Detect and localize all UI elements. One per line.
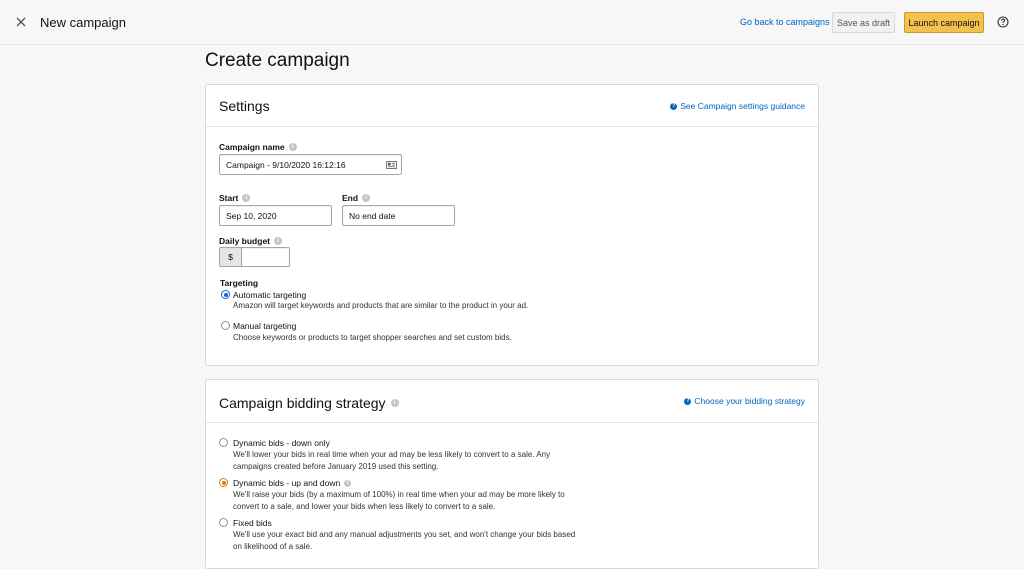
save-draft-button[interactable]: Save as draft [832,12,895,33]
back-to-campaigns-link[interactable]: Go back to campaigns [740,17,830,27]
info-icon[interactable]: i [344,479,352,487]
question-icon: ? [684,397,692,405]
automatic-targeting-desc: Amazon will target keywords and products… [233,301,529,310]
info-icon[interactable]: i [362,194,371,202]
end-label: End i [342,193,371,203]
manual-targeting-title: Manual targeting [233,321,297,331]
settings-guidance-label: See Campaign settings guidance [680,101,805,111]
fixed-bids-radio[interactable] [219,518,228,527]
daily-budget-label: Daily budget i [219,236,283,246]
dynamic-up-and-down-title: Dynamic bids - up and down i [233,478,352,488]
question-icon: ? [670,102,678,110]
campaign-name-input[interactable]: Campaign - 9/10/2020 16:12:16 [219,154,402,175]
start-date-input[interactable]: Sep 10, 2020 [219,205,332,226]
daily-budget-input[interactable] [241,247,290,267]
dynamic-up-and-down-desc-line1: We'll raise your bids (by a maximum of 1… [233,490,565,499]
automatic-targeting-radio[interactable] [221,290,230,299]
fixed-bids-desc-line1: We'll use your exact bid and any manual … [233,530,576,539]
info-icon[interactable]: i [390,399,399,407]
top-bar: New campaign Go back to campaigns Save a… [0,0,1024,45]
settings-guidance-link[interactable]: ? See Campaign settings guidance [670,101,805,111]
dynamic-down-only-desc-line2: campaigns created before January 2019 us… [233,462,439,471]
bidding-guidance-link[interactable]: ? Choose your bidding strategy [684,396,805,406]
dynamic-down-only-radio[interactable] [219,438,228,447]
page-title: Create campaign [205,50,350,71]
close-icon[interactable] [12,13,30,31]
dynamic-up-and-down-radio[interactable] [219,478,228,487]
info-icon[interactable]: i [288,143,297,151]
launch-campaign-button[interactable]: Launch campaign [904,12,984,33]
settings-card: Settings ? See Campaign settings guidanc… [205,84,819,366]
dynamic-down-only-title: Dynamic bids - down only [233,438,330,448]
campaign-name-label: Campaign name i [219,142,297,152]
manual-targeting-desc: Choose keywords or products to target sh… [233,333,512,342]
bidding-guidance-label: Choose your bidding strategy [694,396,805,406]
settings-header: Settings ? See Campaign settings guidanc… [206,85,818,127]
bidding-title: Campaign bidding strategy i [219,395,399,411]
targeting-label: Targeting [220,278,259,288]
manual-targeting-radio[interactable] [221,321,230,330]
contact-card-icon [386,161,397,169]
bidding-strategy-card: Campaign bidding strategy i ? Choose your… [205,379,819,569]
dynamic-down-only-desc-line1: We'll lower your bids in real time when … [233,450,551,459]
start-label: Start i [219,193,251,203]
help-icon[interactable] [997,16,1009,28]
info-icon[interactable]: i [274,237,283,245]
automatic-targeting-title: Automatic targeting [233,290,307,300]
currency-prefix: $ [219,247,241,267]
dynamic-up-and-down-desc-line2: convert to a sale, and lower your bids w… [233,502,496,511]
fixed-bids-desc-line2: on likelihood of a sale. [233,542,313,551]
fixed-bids-title: Fixed bids [233,518,272,528]
page-header-title: New campaign [40,15,126,30]
settings-title: Settings [219,98,270,114]
bidding-header: Campaign bidding strategy i ? Choose your… [206,380,818,423]
end-date-input[interactable]: No end date [342,205,455,226]
info-icon[interactable]: i [242,194,251,202]
